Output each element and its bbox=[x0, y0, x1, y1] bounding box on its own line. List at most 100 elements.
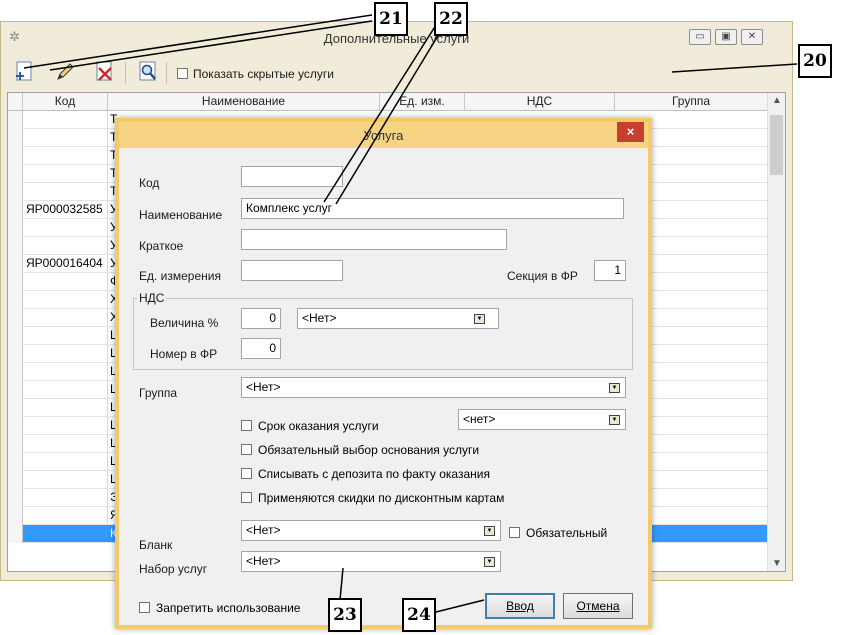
blank-mandatory-checkbox[interactable] bbox=[509, 527, 520, 539]
vat-fr-number-field[interactable]: 0 bbox=[241, 338, 281, 359]
vertical-scrollbar[interactable]: ▲ ▼ bbox=[767, 93, 785, 571]
row-indicator[interactable] bbox=[8, 273, 23, 291]
cancel-button[interactable]: Отмена bbox=[563, 593, 633, 619]
unit-field[interactable] bbox=[241, 260, 343, 281]
row-indicator[interactable] bbox=[8, 237, 23, 255]
cell-kod bbox=[23, 453, 108, 471]
name-label: Наименование bbox=[139, 208, 223, 222]
section-label: Секция в ФР bbox=[507, 269, 578, 283]
forbid-checkbox[interactable] bbox=[139, 602, 150, 614]
minimize-button[interactable]: ▭ bbox=[689, 29, 711, 45]
find-button[interactable] bbox=[137, 60, 161, 84]
row-indicator[interactable] bbox=[8, 399, 23, 417]
cell-kod bbox=[23, 489, 108, 507]
maximize-button[interactable]: ▣ bbox=[715, 29, 737, 45]
discount-checkbox[interactable] bbox=[241, 492, 252, 504]
dialog-title: Услуга bbox=[363, 128, 404, 143]
show-hidden-option[interactable]: Показать скрытые услуги bbox=[177, 66, 334, 81]
row-indicator[interactable] bbox=[8, 165, 23, 183]
callout-22: 22 bbox=[434, 2, 468, 36]
row-indicator[interactable] bbox=[8, 327, 23, 345]
mandatory-basis-label: Обязательный выбор основания услуги bbox=[258, 442, 480, 457]
column-header-unit[interactable]: Ед. изм. bbox=[380, 93, 465, 111]
discount-option[interactable]: Применяются скидки по дисконтным картам bbox=[241, 490, 504, 505]
cell-kod bbox=[23, 327, 108, 345]
column-header-group[interactable]: Группа bbox=[615, 93, 768, 111]
short-name-field[interactable] bbox=[241, 229, 507, 250]
row-indicator[interactable] bbox=[8, 201, 23, 219]
row-indicator[interactable] bbox=[8, 363, 23, 381]
row-indicator[interactable] bbox=[8, 345, 23, 363]
blank-mandatory-option[interactable]: Обязательный bbox=[509, 525, 607, 540]
deposit-checkbox[interactable] bbox=[241, 468, 252, 480]
cell-kod bbox=[23, 417, 108, 435]
dropdown-icon[interactable]: ▼ bbox=[484, 557, 495, 567]
cell-kod bbox=[23, 165, 108, 183]
ok-button[interactable]: Ввод bbox=[485, 593, 555, 619]
add-button[interactable] bbox=[13, 60, 37, 84]
cell-kod bbox=[23, 111, 108, 129]
scroll-up-icon[interactable]: ▲ bbox=[768, 95, 785, 106]
row-indicator[interactable] bbox=[8, 291, 23, 309]
dropdown-icon[interactable]: ▼ bbox=[609, 415, 620, 425]
dropdown-icon[interactable]: ▼ bbox=[474, 314, 485, 324]
cell-kod bbox=[23, 363, 108, 381]
term-select[interactable]: <нет> bbox=[458, 409, 626, 430]
callout-23: 23 bbox=[328, 598, 362, 632]
cell-kod bbox=[23, 309, 108, 327]
column-header-vat[interactable]: НДС bbox=[465, 93, 615, 111]
service-set-label: Набор услуг bbox=[139, 562, 208, 576]
callout-24: 24 bbox=[402, 598, 436, 632]
row-indicator[interactable] bbox=[8, 435, 23, 453]
edit-button[interactable] bbox=[53, 60, 77, 84]
show-hidden-checkbox[interactable] bbox=[177, 68, 188, 80]
cell-kod bbox=[23, 471, 108, 489]
vat-rate-field[interactable]: 0 bbox=[241, 308, 281, 329]
cell-kod bbox=[23, 435, 108, 453]
row-indicator[interactable] bbox=[8, 489, 23, 507]
dialog-close-button[interactable]: × bbox=[617, 122, 644, 142]
scrollbar-thumb[interactable] bbox=[770, 115, 783, 175]
forbid-option[interactable]: Запретить использование bbox=[139, 600, 300, 615]
group-label: Группа bbox=[139, 386, 178, 400]
row-indicator[interactable] bbox=[8, 507, 23, 525]
name-field[interactable]: Комплекс услуг bbox=[241, 198, 624, 219]
service-set-select[interactable]: <Нет> bbox=[241, 551, 501, 572]
header-indicator bbox=[8, 93, 23, 111]
row-indicator[interactable] bbox=[8, 129, 23, 147]
close-window-button[interactable]: ✕ bbox=[741, 29, 763, 45]
column-header-name[interactable]: Наименование bbox=[108, 93, 380, 111]
row-indicator[interactable] bbox=[8, 453, 23, 471]
dropdown-icon[interactable]: ▼ bbox=[609, 383, 620, 393]
row-indicator[interactable] bbox=[8, 381, 23, 399]
scroll-down-icon[interactable]: ▼ bbox=[768, 558, 785, 569]
row-indicator[interactable] bbox=[8, 219, 23, 237]
row-indicator[interactable] bbox=[8, 183, 23, 201]
row-indicator[interactable] bbox=[8, 255, 23, 273]
cell-kod bbox=[23, 345, 108, 363]
kod-label: Код bbox=[139, 176, 160, 190]
section-field[interactable]: 1 bbox=[594, 260, 626, 281]
blank-select[interactable]: <Нет> bbox=[241, 520, 501, 541]
cell-kod bbox=[23, 507, 108, 525]
magnifier-icon bbox=[139, 61, 156, 81]
cell-kod bbox=[23, 525, 108, 543]
term-option[interactable]: Срок оказания услуги bbox=[241, 418, 379, 433]
mandatory-basis-checkbox[interactable] bbox=[241, 444, 252, 456]
term-checkbox[interactable] bbox=[241, 420, 252, 432]
row-indicator[interactable] bbox=[8, 111, 23, 129]
toolbar-separator bbox=[125, 62, 126, 84]
dropdown-icon[interactable]: ▼ bbox=[484, 526, 495, 536]
group-select[interactable]: <Нет> bbox=[241, 377, 626, 398]
mandatory-basis-option[interactable]: Обязательный выбор основания услуги bbox=[241, 442, 479, 457]
column-header-kod[interactable]: Код bbox=[23, 93, 108, 111]
vat-rate-select[interactable]: <Нет> bbox=[297, 308, 499, 329]
deposit-option[interactable]: Списывать с депозита по факту оказания bbox=[241, 466, 490, 481]
row-indicator[interactable] bbox=[8, 471, 23, 489]
row-indicator[interactable] bbox=[8, 417, 23, 435]
delete-button[interactable] bbox=[93, 60, 117, 84]
row-indicator[interactable] bbox=[8, 525, 23, 543]
row-indicator[interactable] bbox=[8, 309, 23, 327]
row-indicator[interactable] bbox=[8, 147, 23, 165]
kod-field[interactable] bbox=[241, 166, 343, 187]
